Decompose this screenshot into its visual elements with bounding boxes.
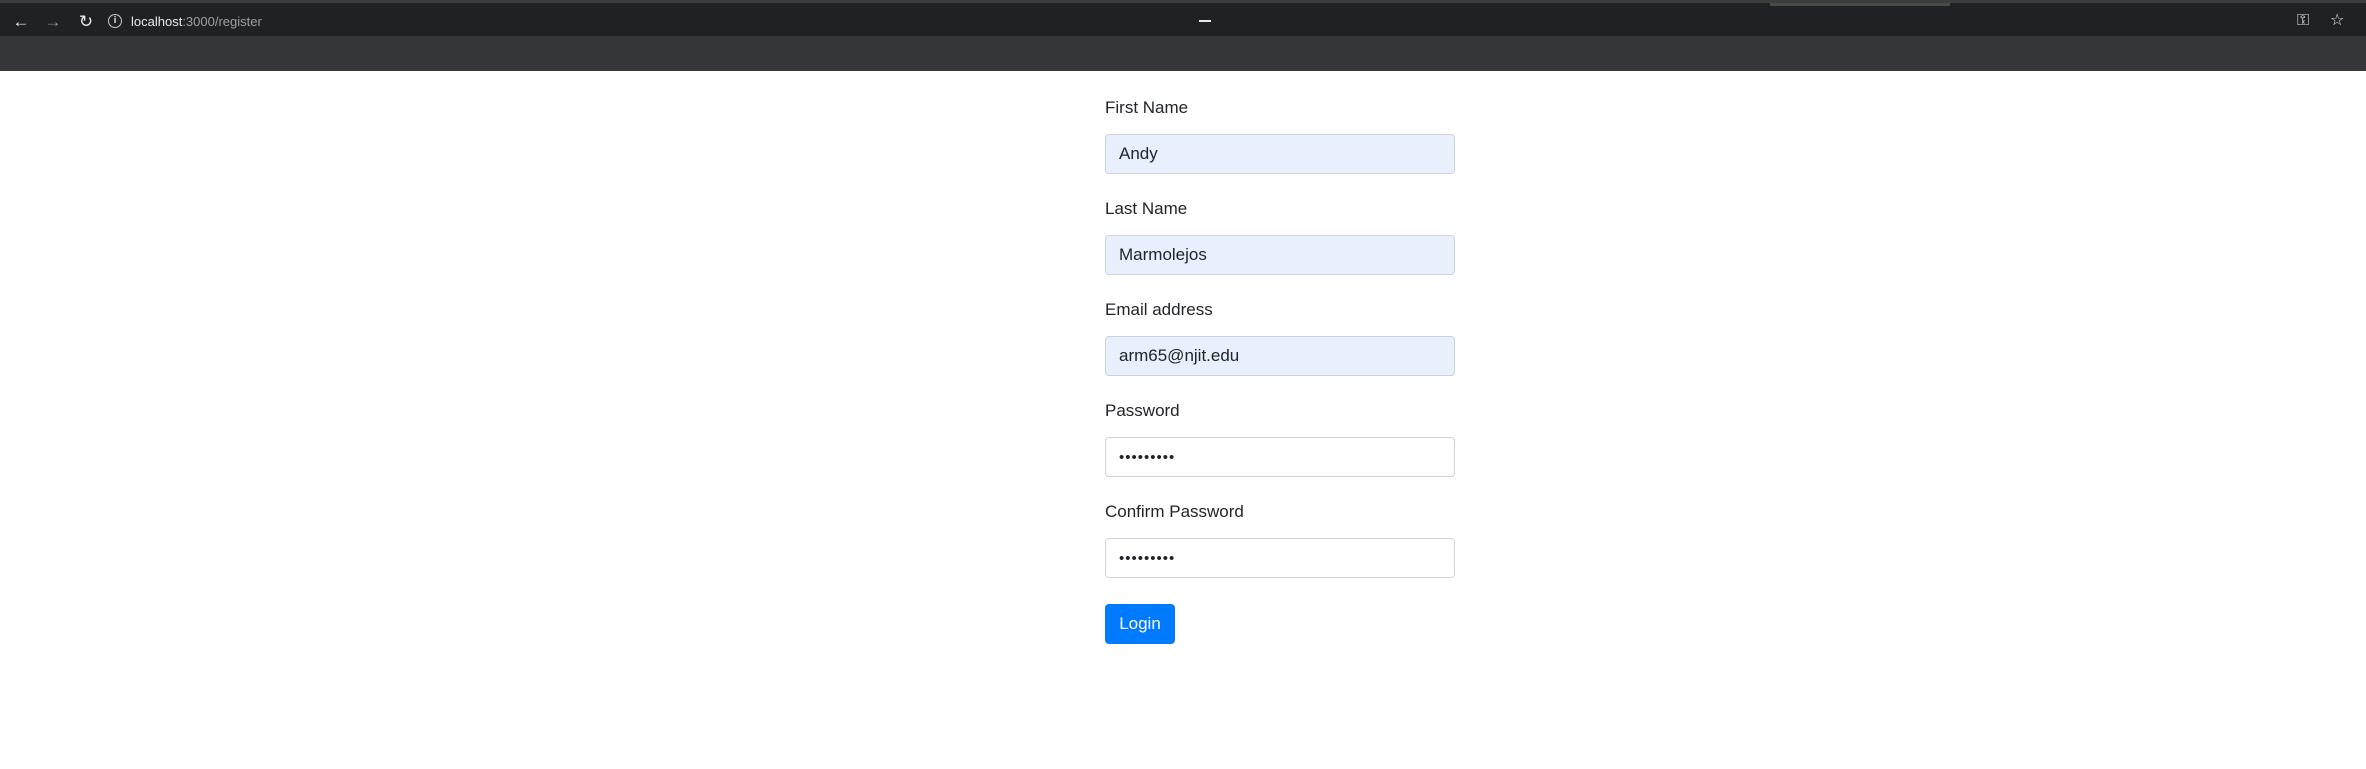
- confirm-password-group: Confirm Password: [1105, 502, 1455, 578]
- url-path: :3000/register: [182, 13, 262, 29]
- last-name-input[interactable]: [1105, 235, 1455, 275]
- confirm-password-input[interactable]: [1105, 538, 1455, 578]
- url-host: localhost: [131, 13, 183, 29]
- key-icon[interactable]: ⚿: [2297, 11, 2309, 31]
- password-group: Password: [1105, 401, 1455, 477]
- forward-arrow-icon[interactable]: →: [42, 10, 64, 32]
- bookmark-bar: [0, 36, 2366, 71]
- email-input[interactable]: [1105, 336, 1455, 376]
- last-name-label: Last Name: [1105, 199, 1188, 218]
- first-name-input[interactable]: [1105, 134, 1455, 174]
- login-button[interactable]: Login: [1105, 604, 1175, 644]
- first-name-group: First Name: [1105, 98, 1455, 174]
- password-label: Password: [1105, 401, 1180, 420]
- email-label: Email address: [1105, 300, 1213, 319]
- bookmark-star-icon[interactable]: ☆: [2330, 11, 2344, 31]
- first-name-label: First Name: [1105, 98, 1189, 117]
- browser-toolbar: ← → ↻ i localhost:3000/register ⚿ ☆: [0, 0, 2366, 36]
- tab-strip-edge: [1770, 3, 1950, 6]
- register-form: First Name Last Name Email address Passw…: [1105, 98, 1455, 644]
- reload-icon[interactable]: ↻: [75, 10, 97, 32]
- info-icon[interactable]: i: [108, 14, 122, 28]
- email-group: Email address: [1105, 300, 1455, 376]
- password-input[interactable]: [1105, 437, 1455, 477]
- minimize-icon[interactable]: [1199, 20, 1211, 22]
- confirm-password-label: Confirm Password: [1105, 502, 1244, 521]
- back-arrow-icon[interactable]: ←: [10, 10, 32, 32]
- last-name-group: Last Name: [1105, 199, 1455, 275]
